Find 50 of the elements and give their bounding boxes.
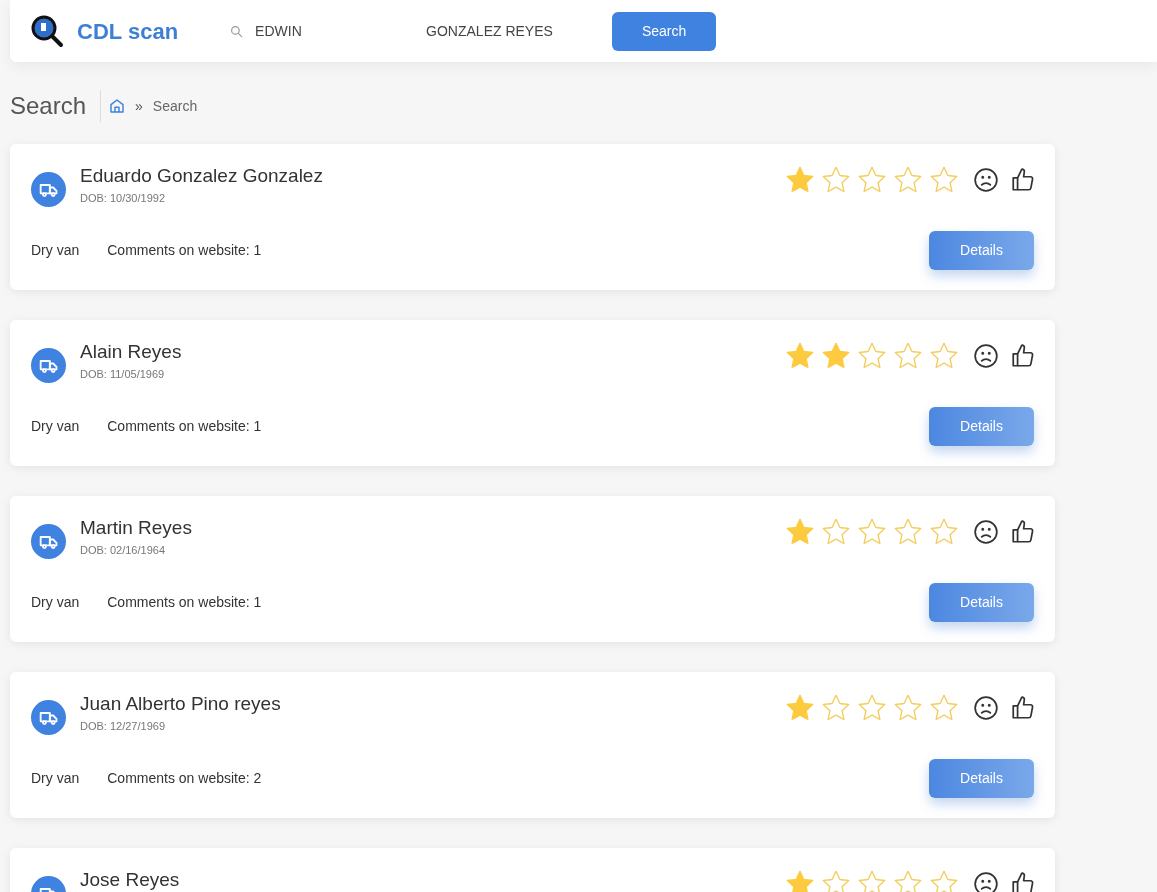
truck-icon bbox=[31, 524, 66, 559]
sad-face-icon[interactable] bbox=[973, 871, 999, 892]
details-button[interactable]: Details bbox=[929, 583, 1034, 622]
driver-name: Martin Reyes bbox=[80, 517, 192, 539]
thumbs-up-icon[interactable] bbox=[1010, 167, 1036, 193]
sad-face-icon[interactable] bbox=[973, 167, 999, 193]
date-of-birth: DOB: 02/16/1964 bbox=[80, 543, 166, 558]
empty-star-icon[interactable] bbox=[820, 868, 852, 892]
sad-face-icon[interactable] bbox=[973, 519, 999, 545]
breadcrumb-current: Search bbox=[152, 96, 198, 116]
trailer-type: Dry van bbox=[31, 241, 80, 260]
empty-star-icon[interactable] bbox=[892, 868, 924, 892]
details-button[interactable]: Details bbox=[929, 407, 1034, 446]
sad-face-icon[interactable] bbox=[973, 343, 999, 369]
thumbs-up-icon[interactable] bbox=[1010, 343, 1036, 369]
driver-name: Eduardo Gonzalez Gonzalez bbox=[80, 165, 323, 187]
empty-star-icon[interactable] bbox=[856, 868, 888, 892]
comment-count: Comments on website: 1 bbox=[107, 593, 262, 612]
truck-icon bbox=[31, 172, 66, 207]
driver-name: Juan Alberto Pino reyes bbox=[80, 693, 281, 715]
thumbs-up-icon[interactable] bbox=[1010, 871, 1036, 892]
trailer-type: Dry van bbox=[31, 417, 80, 436]
sad-face-icon[interactable] bbox=[973, 695, 999, 721]
breadcrumb-separator: » bbox=[135, 96, 143, 116]
date-of-birth: DOB: 10/30/1992 bbox=[80, 191, 166, 206]
empty-star-icon[interactable] bbox=[928, 868, 960, 892]
filled-star-icon[interactable] bbox=[784, 868, 816, 892]
last-name-field[interactable]: GONZALEZ REYES bbox=[426, 13, 607, 49]
date-of-birth: DOB: 12/27/1969 bbox=[80, 719, 166, 734]
search-icon bbox=[230, 24, 244, 38]
truck-icon bbox=[31, 348, 66, 383]
truck-icon bbox=[31, 700, 66, 735]
details-button[interactable]: Details bbox=[929, 231, 1034, 270]
magnifier-logo-icon bbox=[30, 14, 64, 48]
comment-count: Comments on website: 1 bbox=[107, 241, 262, 260]
brand-name: CDL scan bbox=[77, 17, 179, 46]
first-name-field[interactable]: EDWIN bbox=[255, 20, 406, 42]
date-of-birth: DOB: 11/05/1969 bbox=[80, 367, 166, 382]
trailer-type: Dry van bbox=[31, 769, 80, 788]
details-button[interactable]: Details bbox=[929, 759, 1034, 798]
comment-count: Comments on website: 1 bbox=[107, 417, 262, 436]
page-title: Search bbox=[10, 91, 87, 121]
driver-name: Jose Reyes bbox=[80, 869, 180, 891]
trailer-type: Dry van bbox=[31, 593, 80, 612]
thumbs-up-icon[interactable] bbox=[1010, 519, 1036, 545]
comment-count: Comments on website: 2 bbox=[107, 769, 262, 788]
driver-name: Alain Reyes bbox=[80, 341, 182, 363]
thumbs-up-icon[interactable] bbox=[1010, 695, 1036, 721]
home-icon[interactable] bbox=[109, 98, 126, 114]
search-button[interactable]: Search bbox=[612, 11, 717, 51]
